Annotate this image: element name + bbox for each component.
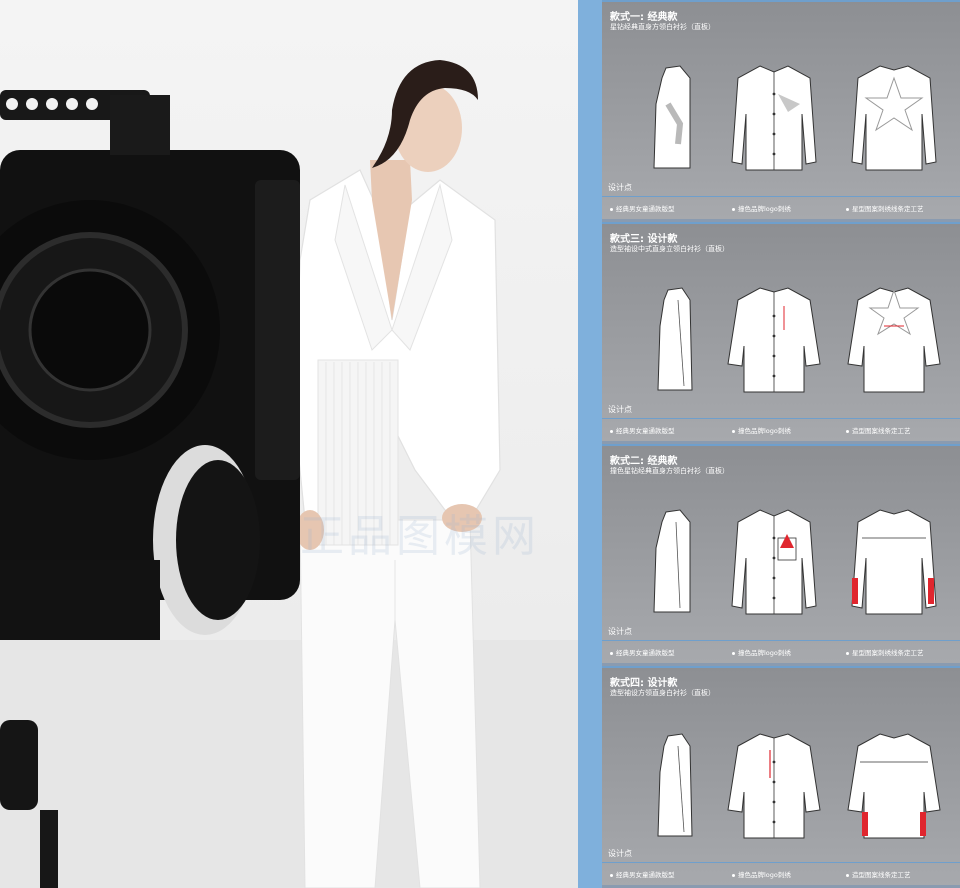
feature-bar: 经典男女童通款版型 撞色品牌logo刺绣 星型图案刺绣线条定工艺 xyxy=(602,640,960,663)
fashion-photo: 正品图模网 xyxy=(0,0,578,888)
panel-subtitle: 造型袖设中式直身立领白衬衫（直板） xyxy=(610,245,729,253)
shirt-side-sketch xyxy=(653,65,691,169)
design-point-label: 设计点 xyxy=(608,183,632,192)
panel-subtitle: 星钻经典直身方领白衬衫（直板） xyxy=(610,23,715,31)
style-panel-1: 款式一: 经典款 星钻经典直身方领白衬衫（直板） 设计点 经典男女童通款版型 撞… xyxy=(602,0,960,219)
feature-bar: 经典男女童通款版型 撞色品牌logo刺绣 造型图案线条定工艺 xyxy=(602,418,960,441)
shirt-back-sketch xyxy=(851,509,937,615)
shirt-front-sketch xyxy=(731,65,817,171)
style-panel-2: 款式三: 设计款 造型袖设中式直身立领白衬衫（直板） 设计点 经典男女童通款版型… xyxy=(602,222,960,441)
feature-item: 撞色品牌logo刺绣 xyxy=(732,647,791,657)
design-point-label: 设计点 xyxy=(608,849,632,858)
panel-title: 款式四: 设计款 xyxy=(610,678,678,689)
panel-title: 款式三: 设计款 xyxy=(610,234,678,245)
shirt-back-sketch xyxy=(851,65,937,171)
feature-item: 星型图案刺绣线条定工艺 xyxy=(846,203,924,213)
feature-item: 星型图案刺绣线条定工艺 xyxy=(846,647,924,657)
feature-item: 经典男女童通款版型 xyxy=(610,203,675,213)
feature-item: 经典男女童通款版型 xyxy=(610,869,675,879)
feature-item: 撞色品牌logo刺绣 xyxy=(732,869,791,879)
feature-item: 撞色品牌logo刺绣 xyxy=(732,425,791,435)
shirt-front-sketch xyxy=(731,509,817,615)
shirt-front-sketch xyxy=(727,287,821,393)
shirt-front-sketch xyxy=(727,733,821,839)
watermark-text: 正品图模网 xyxy=(300,511,540,562)
style-panel-3: 款式二: 经典款 撞色星钻经典直身方领白衬衫（直板） 设计点 经典男女童通款版型… xyxy=(602,444,960,663)
feature-bar: 经典男女童通款版型 撞色品牌logo刺绣 造型图案线条定工艺 xyxy=(602,862,960,885)
shirt-back-sketch xyxy=(847,287,941,393)
panel-subtitle: 撞色星钻经典直身方领白衬衫（直板） xyxy=(610,467,729,475)
shirt-side-sketch xyxy=(653,509,691,613)
feature-item: 经典男女童通款版型 xyxy=(610,425,675,435)
feature-bar: 经典男女童通款版型 撞色品牌logo刺绣 星型图案刺绣线条定工艺 xyxy=(602,196,960,219)
feature-item: 造型图案线条定工艺 xyxy=(846,869,911,879)
photo-scene xyxy=(0,60,578,888)
shirt-side-sketch xyxy=(657,733,693,837)
feature-item: 造型图案线条定工艺 xyxy=(846,425,911,435)
feature-item: 撞色品牌logo刺绣 xyxy=(732,203,791,213)
panel-title: 款式二: 经典款 xyxy=(610,456,678,467)
panel-title: 款式一: 经典款 xyxy=(610,12,678,23)
design-point-label: 设计点 xyxy=(608,627,632,636)
style-panel-4: 款式四: 设计款 造型袖设方领直身白衬衫（直板） 设计点 经典男女童通款版型 撞… xyxy=(602,666,960,885)
panel-subtitle: 造型袖设方领直身白衬衫（直板） xyxy=(610,689,715,697)
shirt-side-sketch xyxy=(657,287,693,391)
feature-item: 经典男女童通款版型 xyxy=(610,647,675,657)
design-point-label: 设计点 xyxy=(608,405,632,414)
shirt-back-sketch xyxy=(847,733,941,839)
blue-divider xyxy=(578,0,602,888)
design-sheet: 款式一: 经典款 星钻经典直身方领白衬衫（直板） 设计点 经典男女童通款版型 撞… xyxy=(602,0,960,888)
